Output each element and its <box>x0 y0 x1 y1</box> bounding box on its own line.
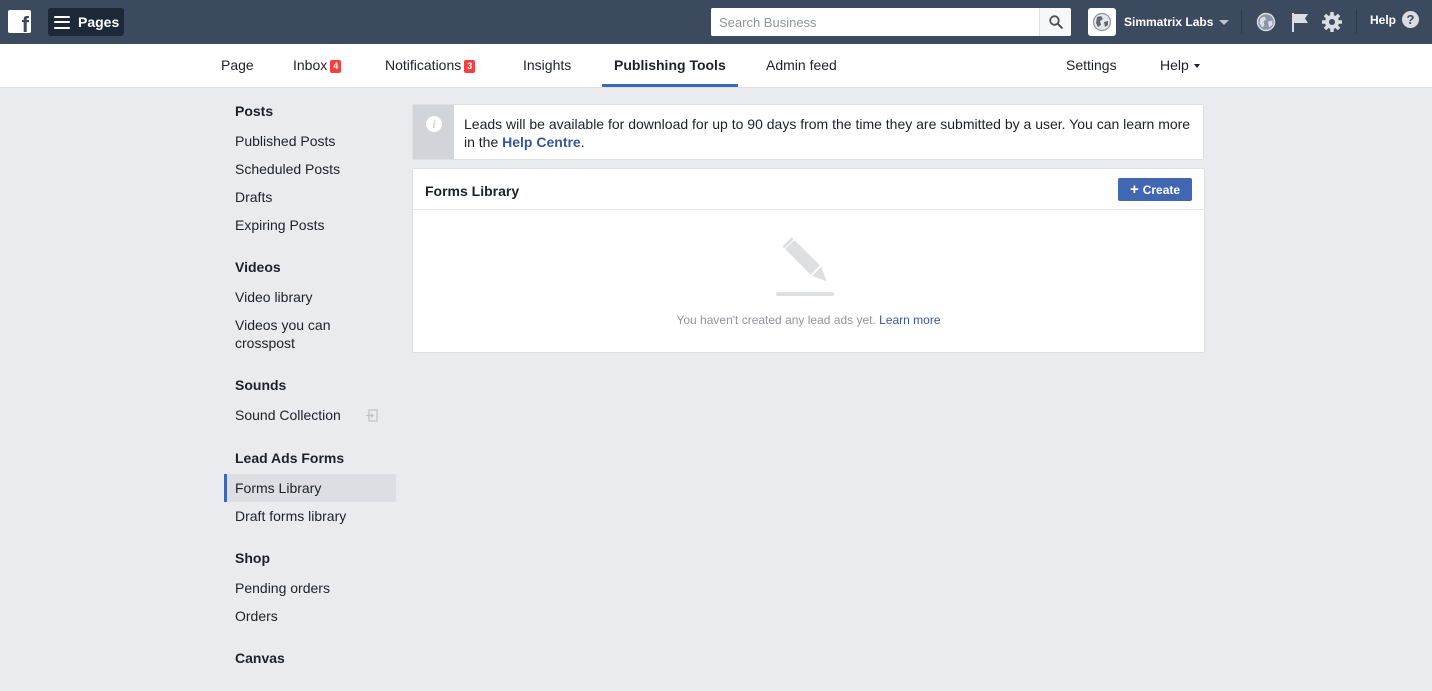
sidebar-item-sound-collection[interactable]: Sound Collection <box>224 406 396 424</box>
hamburger-icon <box>54 15 70 29</box>
search-bar <box>711 8 1071 36</box>
divider <box>1356 10 1357 34</box>
empty-state-text: You haven't created any lead ads yet. <box>676 313 880 327</box>
sidebar-item-orders[interactable]: Orders <box>224 607 396 625</box>
section-header-canvas: Canvas <box>235 650 285 666</box>
learn-more-link[interactable]: Learn more <box>879 313 940 327</box>
flag-icon[interactable] <box>1289 11 1311 33</box>
forms-library-card: Forms Library + Create You haven't creat… <box>412 168 1205 353</box>
sidebar-item-expiring-posts[interactable]: Expiring Posts <box>224 216 396 234</box>
chevron-down-icon <box>1219 19 1230 25</box>
search-button[interactable] <box>1039 8 1071 36</box>
tab-inbox-label: Inbox <box>293 57 328 73</box>
caret-down-icon <box>1193 64 1200 68</box>
sidebar-item-published-posts[interactable]: Published Posts <box>224 132 396 150</box>
section-header-sounds: Sounds <box>235 377 287 393</box>
pages-menu-label: Pages <box>78 14 120 30</box>
tab-notifications-label: Notifications <box>385 57 462 73</box>
gear-icon[interactable] <box>1321 11 1343 33</box>
section-header-posts: Posts <box>235 103 274 119</box>
inbox-count-badge: 4 <box>330 60 342 73</box>
tab-notifications[interactable]: Notifications 3 <box>385 44 476 87</box>
globe-icon[interactable] <box>1255 11 1277 33</box>
notifications-count-badge: 3 <box>464 60 476 73</box>
globe-avatar-icon <box>1092 12 1112 32</box>
active-tab-indicator <box>602 84 738 87</box>
tab-publishing-tools-label: Publishing Tools <box>614 57 726 73</box>
sidebar-item-forms-library[interactable]: Forms Library <box>224 474 396 502</box>
tab-inbox[interactable]: Inbox 4 <box>293 44 342 87</box>
sidebar-item-pending-orders[interactable]: Pending orders <box>224 579 396 597</box>
notice-text: Leads will be available for download for… <box>464 115 1200 151</box>
tab-publishing-tools[interactable]: Publishing Tools <box>614 44 726 87</box>
info-notice: i Leads will be available for download f… <box>412 104 1204 160</box>
tab-settings[interactable]: Settings <box>1066 44 1117 87</box>
external-link-icon <box>366 409 378 422</box>
sidebar-item-scheduled-posts[interactable]: Scheduled Posts <box>224 160 396 178</box>
info-icon: i <box>426 116 442 132</box>
account-switcher[interactable]: Simmatrix Labs <box>1088 7 1230 37</box>
tab-page[interactable]: Page <box>221 44 254 87</box>
search-input[interactable] <box>711 8 1039 36</box>
empty-state-message: You haven't created any lead ads yet. Le… <box>413 313 1204 327</box>
account-name: Simmatrix Labs <box>1124 15 1214 29</box>
tab-page-label: Page <box>221 57 254 73</box>
plus-icon: + <box>1129 181 1139 198</box>
create-button[interactable]: + Create <box>1118 178 1192 201</box>
tab-admin-feed[interactable]: Admin feed <box>766 44 837 87</box>
divider <box>1241 10 1242 34</box>
sidebar-item-draft-forms-library[interactable]: Draft forms library <box>224 507 396 525</box>
page-tabs-bar: Page Inbox 4 Notifications 3 Insights Publ… <box>0 44 1432 88</box>
sidebar-item-drafts[interactable]: Drafts <box>224 188 396 206</box>
help-label: Help <box>1370 12 1397 27</box>
top-bar: f Pages Simmatrix Labs <box>0 0 1432 44</box>
notice-period: . <box>580 134 585 150</box>
create-button-label: Create <box>1142 182 1181 197</box>
search-icon <box>1048 15 1063 29</box>
tab-insights[interactable]: Insights <box>523 44 571 87</box>
question-mark-icon: ? <box>1402 11 1420 28</box>
help-button[interactable]: Help ? <box>1370 11 1420 28</box>
tab-insights-label: Insights <box>523 57 572 73</box>
tab-help[interactable]: Help <box>1160 44 1200 87</box>
card-header: Forms Library + Create <box>413 169 1204 210</box>
facebook-logo-icon[interactable]: f <box>8 10 31 33</box>
tab-settings-label: Settings <box>1066 57 1117 73</box>
sidebar-item-videos-crosspost[interactable]: Videos you can crosspost <box>224 316 364 352</box>
section-header-lead-ads-forms: Lead Ads Forms <box>235 450 345 466</box>
notice-icon-panel <box>413 105 454 159</box>
section-header-videos: Videos <box>235 259 281 275</box>
help-centre-link[interactable]: Help Centre <box>502 134 581 150</box>
pages-menu-button[interactable]: Pages <box>48 8 124 36</box>
tab-help-label: Help <box>1160 57 1189 73</box>
tab-admin-feed-label: Admin feed <box>766 57 837 73</box>
section-header-shop: Shop <box>235 550 270 566</box>
page-avatar <box>1088 8 1116 36</box>
pencil-icon <box>776 237 834 296</box>
sound-collection-label: Sound Collection <box>235 407 341 423</box>
card-title: Forms Library <box>425 183 520 199</box>
sidebar-item-video-library[interactable]: Video library <box>224 288 396 306</box>
